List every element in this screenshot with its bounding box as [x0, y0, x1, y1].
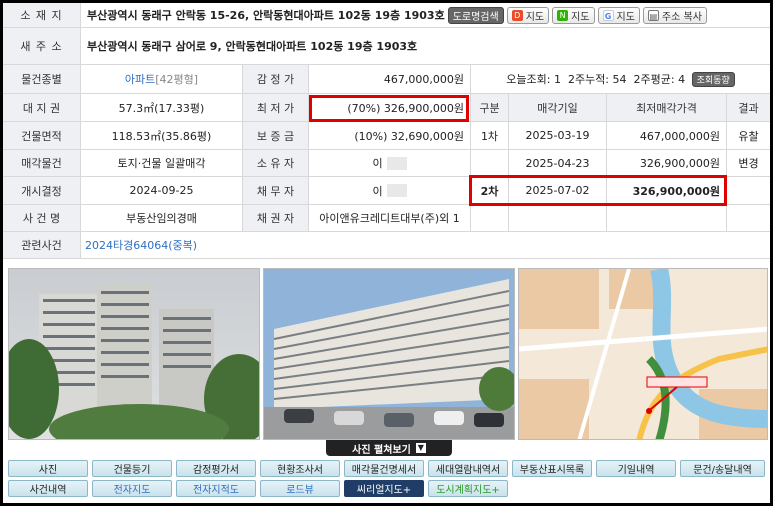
- tab-household-list[interactable]: 세대열람내역서: [428, 460, 508, 477]
- copy-icon: ▤: [647, 9, 659, 21]
- table-row-price: 467,000,000원: [607, 122, 727, 150]
- tab-electronic-map[interactable]: 전자지도: [92, 480, 172, 497]
- tab-photos[interactable]: 사진: [8, 460, 88, 477]
- creditor-label: 채 권 자: [243, 205, 309, 232]
- tab-document-delivery[interactable]: 문건/송달내역: [680, 460, 765, 477]
- building-photo-1[interactable]: [8, 268, 260, 440]
- auction-detail-panel: 소 재 지 부산광역시 동래구 안락동 15-26, 안락동현대아파트 102동…: [3, 3, 770, 503]
- tab-status-survey[interactable]: 현황조사서: [260, 460, 340, 477]
- google-map-button[interactable]: G 지도: [597, 6, 640, 24]
- table-row-result: 유찰: [727, 122, 770, 150]
- new-address-row: 새 주 소 부산광역시 동래구 삼어로 9, 안락동현대아파트 102동 19층…: [3, 28, 770, 65]
- table-row-result: 변경: [727, 150, 770, 177]
- location-map-image[interactable]: [518, 268, 768, 440]
- copy-address-button[interactable]: ▤ 주소 복사: [642, 6, 707, 24]
- expand-photos-button[interactable]: 사진 펼쳐보기 ▼: [326, 440, 452, 456]
- debtor-label: 채 무 자: [243, 177, 309, 205]
- table-row-date: 2025-04-23: [509, 150, 607, 177]
- tab-cereal-map[interactable]: 씨리얼지도+: [344, 480, 424, 497]
- naver-map-button[interactable]: N 지도: [552, 6, 595, 24]
- owner-label: 소 유 자: [243, 150, 309, 177]
- land-label: 대 지 권: [3, 94, 81, 122]
- sale-value: 토지·건물 일괄매각: [81, 150, 243, 177]
- round-header: 구분: [471, 94, 509, 122]
- tab-case-history[interactable]: 사건내역: [8, 480, 88, 497]
- deposit-label: 보 증 금: [243, 122, 309, 150]
- minprice-label: 최 저 가: [243, 94, 309, 122]
- deposit-value: (10%) 32,690,000원: [309, 122, 471, 150]
- appraisal-value: 467,000,000원: [309, 65, 471, 94]
- owner-value: 이: [309, 150, 471, 177]
- type-value[interactable]: 아파트 [42평형]: [81, 65, 243, 94]
- table-row-empty: [471, 205, 509, 232]
- tab-property-list[interactable]: 부동산표시목록: [512, 460, 592, 477]
- view-stats: 오늘조회: 1 2주누적: 54 2주평균: 4 조회동향: [471, 65, 770, 94]
- land-value: 57.3㎡(17.33평): [81, 94, 243, 122]
- tab-appraisal-report[interactable]: 감정평가서: [176, 460, 256, 477]
- table-row-empty: [607, 205, 727, 232]
- date-header: 매각기일: [509, 94, 607, 122]
- related-case-link[interactable]: 2024타경64064(중복): [81, 232, 770, 259]
- new-address-label: 새 주 소: [3, 28, 81, 64]
- price-header: 최저매각가격: [607, 94, 727, 122]
- map-icon: [519, 269, 767, 439]
- table-row-round: 1차: [471, 122, 509, 150]
- min-price-highlight: [309, 95, 469, 122]
- start-value: 2024-09-25: [81, 177, 243, 205]
- tab-cadastral-map[interactable]: 전자지적도: [176, 480, 256, 497]
- result-header: 결과: [727, 94, 770, 122]
- address-label: 소 재 지: [3, 3, 81, 27]
- tab-sale-specification[interactable]: 매각물건명세서: [344, 460, 424, 477]
- address-row: 소 재 지 부산광역시 동래구 안락동 15-26, 안락동현대아파트 102동…: [3, 3, 770, 28]
- chevron-down-icon: ▼: [415, 443, 426, 453]
- case-value: 부동산임의경매: [81, 205, 243, 232]
- table-row-date: 2025-03-19: [509, 122, 607, 150]
- table-row-empty: [727, 205, 770, 232]
- tab-urban-plan-map[interactable]: 도시계획지도+: [428, 480, 508, 497]
- address-value: 부산광역시 동래구 안락동 15-26, 안락동현대아파트 102동 19층 1…: [87, 9, 445, 22]
- apartment-photo-icon: [264, 269, 514, 439]
- naver-icon: N: [557, 9, 569, 21]
- table-row-empty: [509, 205, 607, 232]
- tab-building-registry[interactable]: 건물등기: [92, 460, 172, 477]
- related-label: 관련사건: [3, 232, 81, 259]
- road-name-search-button[interactable]: 도로명검색: [447, 6, 504, 24]
- apartment-photo-icon: [9, 269, 259, 439]
- table-row-price: 326,900,000원: [607, 150, 727, 177]
- daum-map-button[interactable]: D 지도: [506, 6, 550, 24]
- tab-road-view[interactable]: 로드뷰: [260, 480, 340, 497]
- debtor-value: 이: [309, 177, 471, 205]
- building-value: 118.53㎡(35.86평): [81, 122, 243, 150]
- start-label: 개시결정: [3, 177, 81, 205]
- view-trend-button[interactable]: 조회동향: [691, 71, 735, 87]
- case-label: 사 건 명: [3, 205, 81, 232]
- google-icon: G: [602, 9, 614, 21]
- second-round-highlight: [469, 175, 727, 206]
- daum-icon: D: [511, 9, 523, 21]
- table-row-result: [727, 177, 770, 205]
- creditor-value: 아이앤유크레디트대부(주)외 1: [309, 205, 471, 232]
- appraisal-label: 감 정 가: [243, 65, 309, 94]
- building-photo-2[interactable]: [263, 268, 515, 440]
- building-label: 건물면적: [3, 122, 81, 150]
- tab-date-history[interactable]: 기일내역: [596, 460, 676, 477]
- sale-label: 매각물건: [3, 150, 81, 177]
- type-label: 물건종별: [3, 65, 81, 94]
- redacted-block: [386, 184, 407, 197]
- new-address-value: 부산광역시 동래구 삼어로 9, 안락동현대아파트 102동 19층 1903호: [87, 40, 418, 53]
- table-row-round: [471, 150, 509, 177]
- redacted-block: [386, 156, 407, 170]
